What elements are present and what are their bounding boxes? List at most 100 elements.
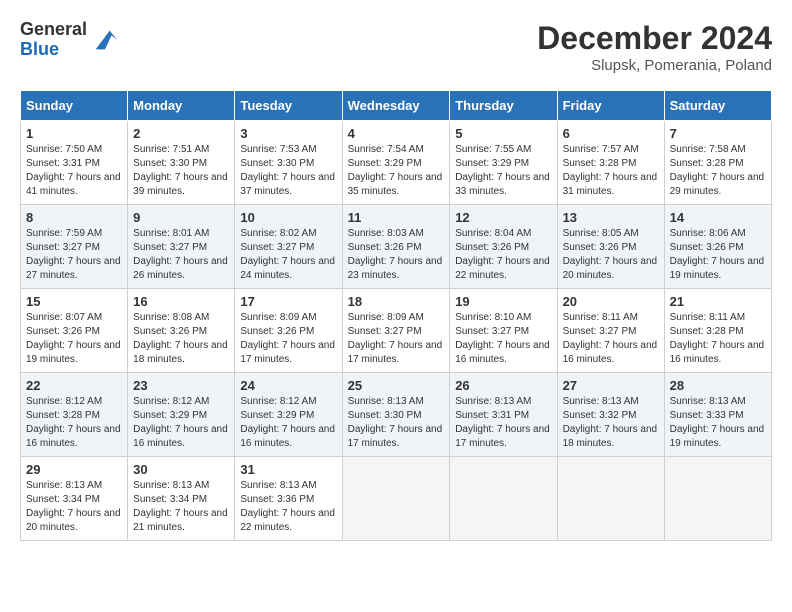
calendar-cell: 6Sunrise: 7:57 AMSunset: 3:28 PMDaylight… (557, 121, 664, 205)
day-info: Sunrise: 8:06 AMSunset: 3:26 PMDaylight:… (670, 227, 766, 283)
day-number: 28 (670, 378, 766, 393)
day-info: Sunrise: 8:11 AMSunset: 3:27 PMDaylight:… (563, 311, 659, 367)
calendar-week-row: 8 Sunrise: 7:59 AMSunset: 3:27 PMDaylight… (21, 205, 772, 289)
calendar-cell: 29 Sunrise: 8:13 AMSunset: 3:34 PMDayligh… (21, 457, 128, 541)
day-number: 7 (670, 126, 766, 141)
day-info: Sunrise: 7:59 AMSunset: 3:27 PMDaylight:… (26, 227, 122, 283)
day-info: Sunrise: 8:07 AMSunset: 3:26 PMDaylight:… (26, 311, 122, 367)
month-title: December 2024 (537, 20, 772, 57)
day-info: Sunrise: 8:13 AMSunset: 3:36 PMDaylight:… (240, 479, 336, 535)
calendar-table: SundayMondayTuesdayWednesdayThursdayFrid… (20, 90, 772, 541)
day-number: 14 (670, 210, 766, 225)
calendar-cell: 27 Sunrise: 8:13 AMSunset: 3:32 PMDayligh… (557, 373, 664, 457)
calendar-cell: 8 Sunrise: 7:59 AMSunset: 3:27 PMDaylight… (21, 205, 128, 289)
day-number: 4 (348, 126, 445, 141)
day-info: Sunrise: 8:01 AMSunset: 3:27 PMDaylight:… (133, 227, 229, 283)
day-number: 31 (240, 462, 336, 477)
day-info: Sunrise: 8:08 AMSunset: 3:26 PMDaylight:… (133, 311, 229, 367)
weekday-header: Friday (557, 91, 664, 121)
weekday-header: Monday (128, 91, 235, 121)
calendar-cell: 11 Sunrise: 8:03 AMSunset: 3:26 PMDayligh… (342, 205, 450, 289)
weekday-header: Saturday (664, 91, 771, 121)
day-number: 27 (563, 378, 659, 393)
day-number: 19 (455, 294, 551, 309)
calendar-cell: 16 Sunrise: 8:08 AMSunset: 3:26 PMDayligh… (128, 289, 235, 373)
day-number: 13 (563, 210, 659, 225)
calendar-cell: 5Sunrise: 7:55 AMSunset: 3:29 PMDaylight… (450, 121, 557, 205)
page-header: General Blue December 2024 Slupsk, Pomer… (20, 20, 772, 74)
logo-icon (91, 26, 119, 54)
calendar-cell: 20 Sunrise: 8:11 AMSunset: 3:27 PMDayligh… (557, 289, 664, 373)
day-info: Sunrise: 7:53 AMSunset: 3:30 PMDaylight:… (240, 143, 336, 199)
day-number: 29 (26, 462, 122, 477)
calendar-cell: 15 Sunrise: 8:07 AMSunset: 3:26 PMDayligh… (21, 289, 128, 373)
day-info: Sunrise: 8:13 AMSunset: 3:30 PMDaylight:… (348, 395, 445, 451)
day-info: Sunrise: 8:04 AMSunset: 3:26 PMDaylight:… (455, 227, 551, 283)
day-info: Sunrise: 8:12 AMSunset: 3:29 PMDaylight:… (240, 395, 336, 451)
day-number: 23 (133, 378, 229, 393)
day-info: Sunrise: 8:03 AMSunset: 3:26 PMDaylight:… (348, 227, 445, 283)
calendar-cell: 22 Sunrise: 8:12 AMSunset: 3:28 PMDayligh… (21, 373, 128, 457)
calendar-cell: 18 Sunrise: 8:09 AMSunset: 3:27 PMDayligh… (342, 289, 450, 373)
title-block: December 2024 Slupsk, Pomerania, Poland (537, 20, 772, 74)
calendar-cell: 13Sunrise: 8:05 AMSunset: 3:26 PMDayligh… (557, 205, 664, 289)
day-info: Sunrise: 7:57 AMSunset: 3:28 PMDaylight:… (563, 143, 659, 199)
day-info: Sunrise: 8:13 AMSunset: 3:34 PMDaylight:… (133, 479, 229, 535)
day-info: Sunrise: 8:13 AMSunset: 3:31 PMDaylight:… (455, 395, 551, 451)
calendar-cell (450, 457, 557, 541)
day-info: Sunrise: 7:58 AMSunset: 3:28 PMDaylight:… (670, 143, 766, 199)
weekday-header: Thursday (450, 91, 557, 121)
calendar-cell: 25 Sunrise: 8:13 AMSunset: 3:30 PMDayligh… (342, 373, 450, 457)
day-number: 26 (455, 378, 551, 393)
day-number: 15 (26, 294, 122, 309)
calendar-cell: 3 Sunrise: 7:53 AMSunset: 3:30 PMDaylight… (235, 121, 342, 205)
day-number: 17 (240, 294, 336, 309)
day-info: Sunrise: 7:50 AMSunset: 3:31 PMDaylight:… (26, 143, 122, 199)
day-number: 30 (133, 462, 229, 477)
day-info: Sunrise: 8:02 AMSunset: 3:27 PMDaylight:… (240, 227, 336, 283)
day-number: 25 (348, 378, 445, 393)
calendar-cell: 2Sunrise: 7:51 AMSunset: 3:30 PMDaylight… (128, 121, 235, 205)
calendar-cell: 9Sunrise: 8:01 AMSunset: 3:27 PMDaylight… (128, 205, 235, 289)
day-info: Sunrise: 8:09 AMSunset: 3:26 PMDaylight:… (240, 311, 336, 367)
location: Slupsk, Pomerania, Poland (537, 57, 772, 74)
day-number: 3 (240, 126, 336, 141)
calendar-cell (342, 457, 450, 541)
calendar-cell: 14 Sunrise: 8:06 AMSunset: 3:26 PMDayligh… (664, 205, 771, 289)
day-number: 20 (563, 294, 659, 309)
day-number: 16 (133, 294, 229, 309)
calendar-cell: 24Sunrise: 8:12 AMSunset: 3:29 PMDayligh… (235, 373, 342, 457)
day-info: Sunrise: 7:51 AMSunset: 3:30 PMDaylight:… (133, 143, 229, 199)
day-info: Sunrise: 7:55 AMSunset: 3:29 PMDaylight:… (455, 143, 551, 199)
day-number: 22 (26, 378, 122, 393)
day-info: Sunrise: 8:13 AMSunset: 3:32 PMDaylight:… (563, 395, 659, 451)
day-info: Sunrise: 7:54 AMSunset: 3:29 PMDaylight:… (348, 143, 445, 199)
calendar-cell: 19Sunrise: 8:10 AMSunset: 3:27 PMDayligh… (450, 289, 557, 373)
calendar-cell (664, 457, 771, 541)
day-info: Sunrise: 8:13 AMSunset: 3:34 PMDaylight:… (26, 479, 122, 535)
weekday-header: Wednesday (342, 91, 450, 121)
day-info: Sunrise: 8:12 AMSunset: 3:29 PMDaylight:… (133, 395, 229, 451)
day-number: 18 (348, 294, 445, 309)
day-number: 10 (240, 210, 336, 225)
weekday-header: Sunday (21, 91, 128, 121)
calendar-cell: 12Sunrise: 8:04 AMSunset: 3:26 PMDayligh… (450, 205, 557, 289)
calendar-header-row: SundayMondayTuesdayWednesdayThursdayFrid… (21, 91, 772, 121)
day-number: 11 (348, 210, 445, 225)
day-info: Sunrise: 8:09 AMSunset: 3:27 PMDaylight:… (348, 311, 445, 367)
calendar-cell: 7 Sunrise: 7:58 AMSunset: 3:28 PMDaylight… (664, 121, 771, 205)
calendar-cell: 30 Sunrise: 8:13 AMSunset: 3:34 PMDayligh… (128, 457, 235, 541)
calendar-cell: 10 Sunrise: 8:02 AMSunset: 3:27 PMDayligh… (235, 205, 342, 289)
day-info: Sunrise: 8:11 AMSunset: 3:28 PMDaylight:… (670, 311, 766, 367)
calendar-cell: 1Sunrise: 7:50 AMSunset: 3:31 PMDaylight… (21, 121, 128, 205)
logo-general: General (20, 20, 87, 40)
day-info: Sunrise: 8:12 AMSunset: 3:28 PMDaylight:… (26, 395, 122, 451)
calendar-cell (557, 457, 664, 541)
calendar-week-row: 22 Sunrise: 8:12 AMSunset: 3:28 PMDayligh… (21, 373, 772, 457)
calendar-week-row: 15 Sunrise: 8:07 AMSunset: 3:26 PMDayligh… (21, 289, 772, 373)
day-number: 8 (26, 210, 122, 225)
calendar-cell: 23 Sunrise: 8:12 AMSunset: 3:29 PMDayligh… (128, 373, 235, 457)
calendar-cell: 21Sunrise: 8:11 AMSunset: 3:28 PMDayligh… (664, 289, 771, 373)
calendar-cell: 31 Sunrise: 8:13 AMSunset: 3:36 PMDayligh… (235, 457, 342, 541)
calendar-cell: 26 Sunrise: 8:13 AMSunset: 3:31 PMDayligh… (450, 373, 557, 457)
